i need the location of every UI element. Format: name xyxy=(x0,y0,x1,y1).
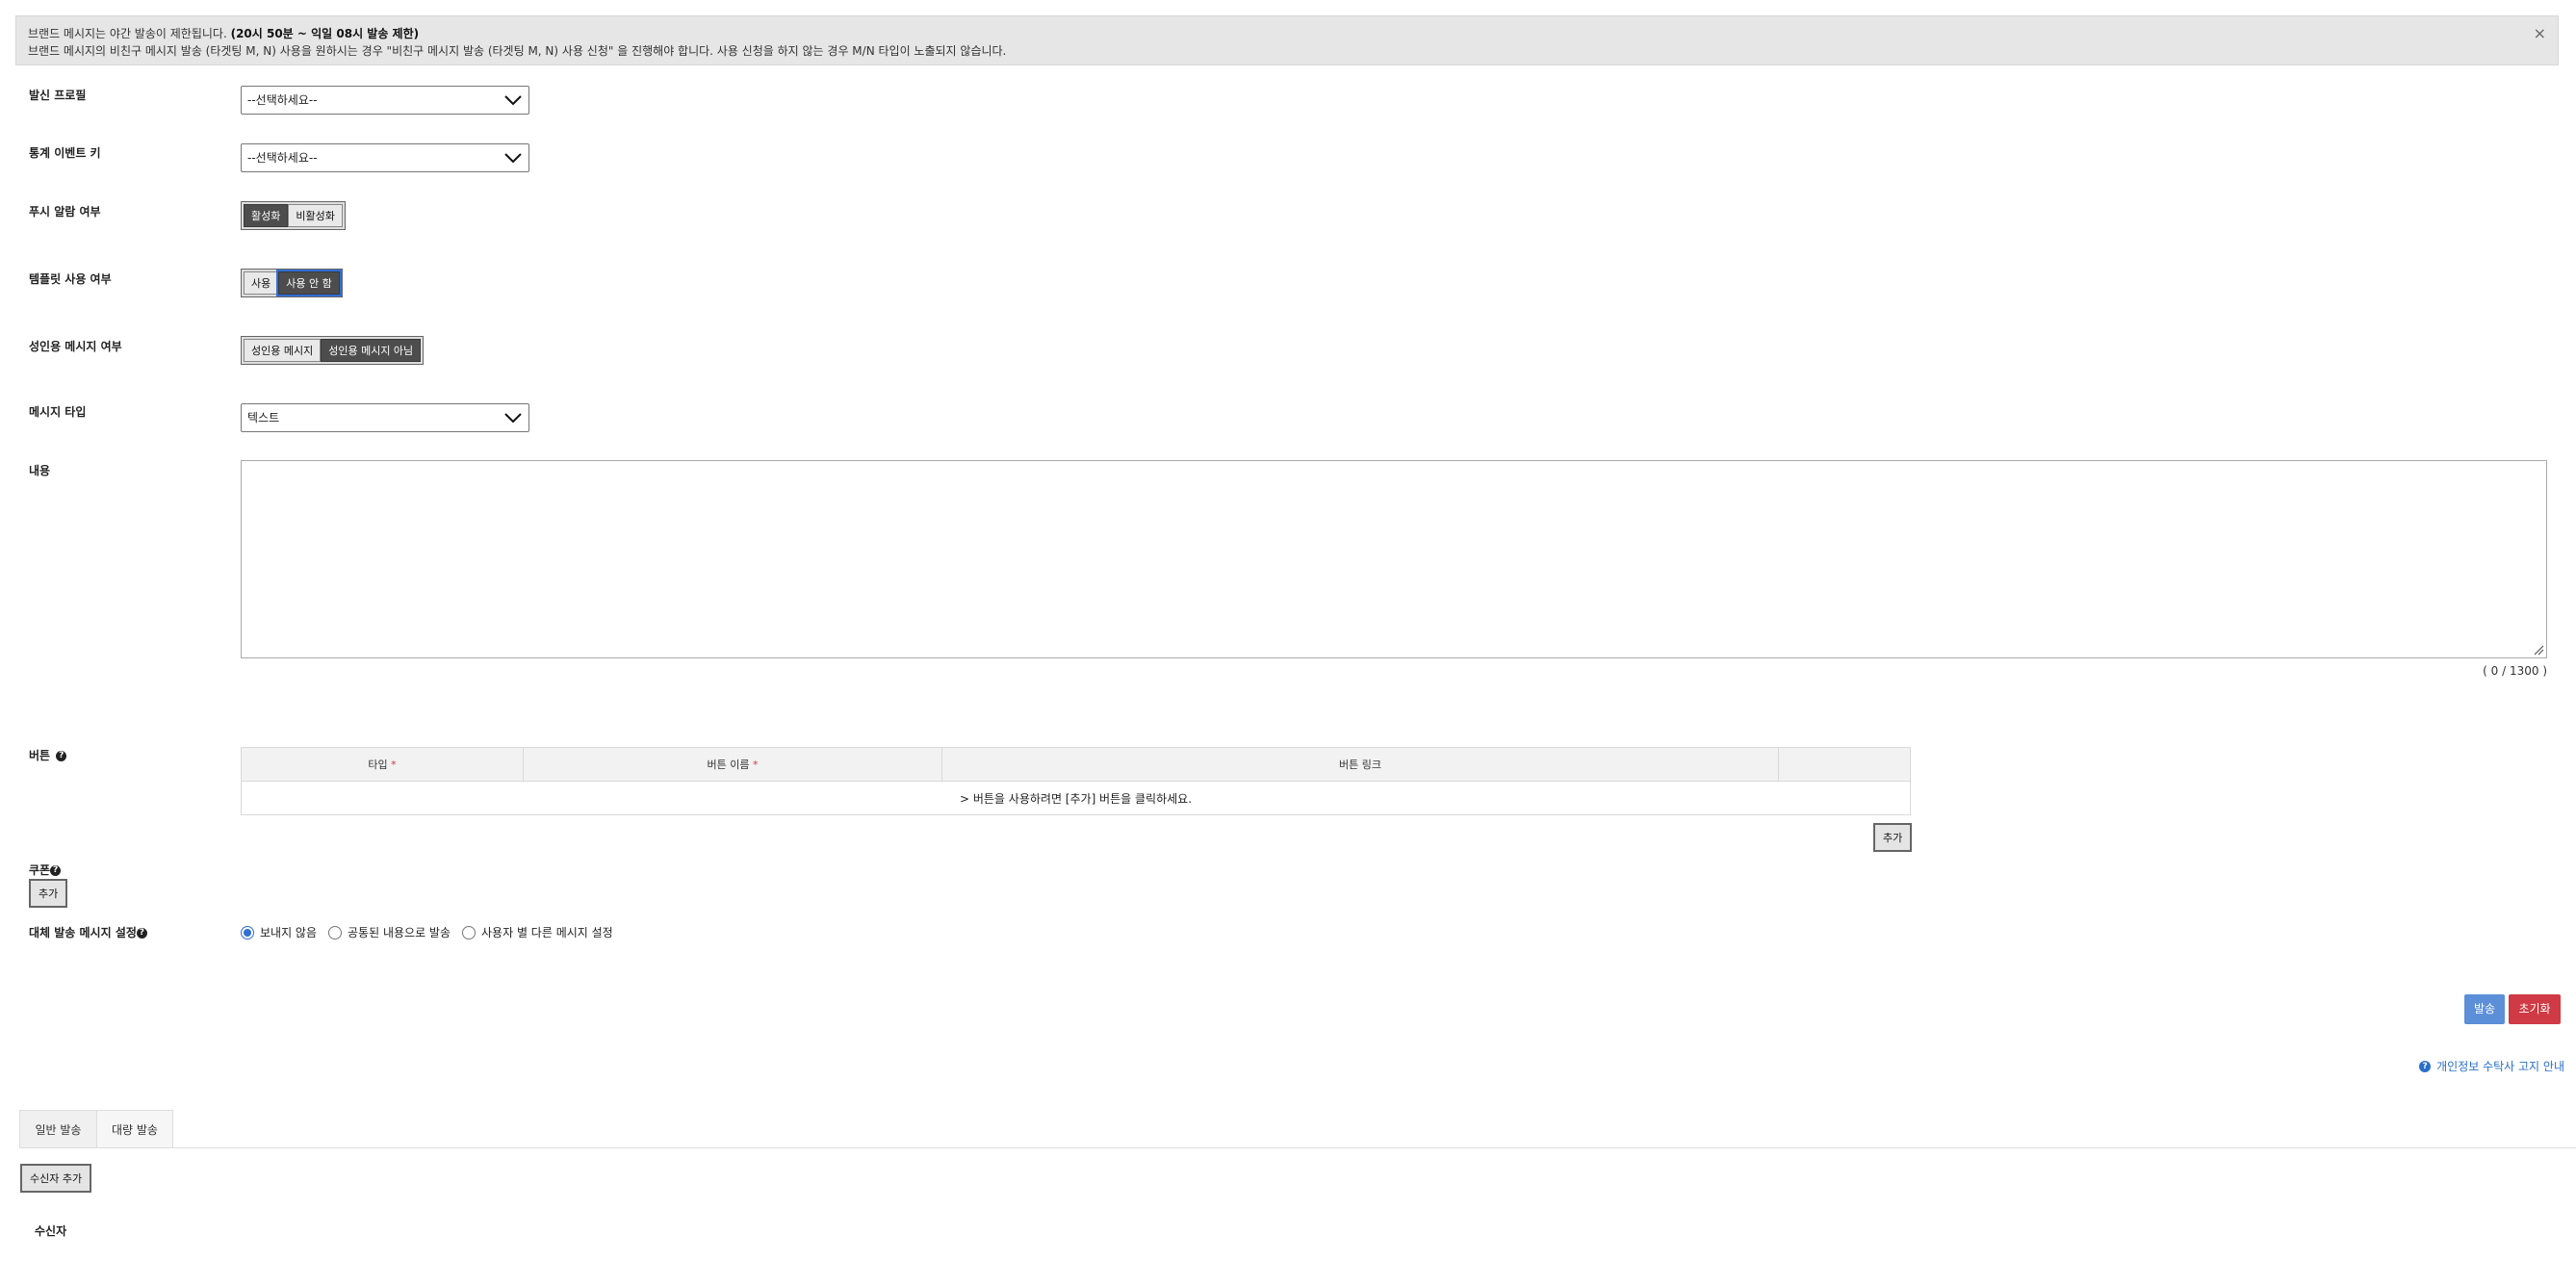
radio-unchecked[interactable] xyxy=(462,925,477,939)
template-use-button[interactable]: 사용 xyxy=(244,271,279,295)
template-not-use-button[interactable]: 사용 안 함 xyxy=(276,270,342,296)
notice-line-2: 브랜드 메시지의 비친구 메시지 발송 (타겟팅 M, N) 사용을 원하시는 … xyxy=(28,44,1007,58)
fallback-label: 대체 발송 메시지 설정? xyxy=(29,924,147,940)
adult-message-toggle: 성인용 메시지 성인용 메시지 아님 xyxy=(241,336,425,365)
add-recipient-button[interactable]: 수신자 추가 xyxy=(20,1164,92,1193)
sender-profile-label: 발신 프로필 xyxy=(29,89,87,102)
buttons-label: 버튼 ? xyxy=(29,747,67,763)
push-alarm-on-button[interactable]: 활성화 xyxy=(244,204,289,227)
question-icon[interactable]: ? xyxy=(50,865,62,876)
push-alarm-toggle: 활성화 비활성화 xyxy=(241,201,346,230)
push-alarm-label: 푸시 알람 여부 xyxy=(29,205,101,219)
content-label: 내용 xyxy=(29,464,51,477)
sender-profile-select[interactable]: --선택하세요-- xyxy=(241,86,529,115)
stat-event-key-select[interactable]: --선택하세요-- xyxy=(241,143,529,172)
required-mark: * xyxy=(752,759,759,771)
notice-line-1: 브랜드 메시지는 야간 발송이 제한됩니다. (20시 50분 ~ 익일 08시… xyxy=(28,27,420,40)
chevron-down-icon xyxy=(504,153,522,164)
column-header-button-name: 버튼 이름 * xyxy=(523,747,942,782)
buttons-empty-message: > 버튼을 사용하려면 [추가] 버튼을 클릭하세요. xyxy=(241,781,1911,815)
question-icon[interactable]: ? xyxy=(56,751,67,761)
adult-message-button[interactable]: 성인용 메시지 xyxy=(244,339,322,362)
radio-unchecked[interactable] xyxy=(328,925,343,939)
message-type-label: 메시지 타입 xyxy=(29,405,87,419)
privacy-notice-link[interactable]: ? 개인정보 수탁사 고지 안내 xyxy=(2419,1058,2564,1074)
template-use-toggle: 사용 사용 안 함 xyxy=(241,269,343,297)
chevron-down-icon xyxy=(504,413,522,424)
tab-general-send[interactable]: 일반 발송 xyxy=(19,1110,97,1148)
push-alarm-off-button[interactable]: 비활성화 xyxy=(288,204,343,227)
stat-event-key-label: 통계 이벤트 키 xyxy=(29,146,101,160)
message-type-value: 텍스트 xyxy=(247,411,280,425)
column-header-type: 타입 * xyxy=(241,747,524,782)
question-icon: ? xyxy=(2419,1060,2432,1072)
radio-checked[interactable] xyxy=(241,925,254,939)
content-textarea[interactable] xyxy=(241,460,2547,658)
adult-message-label: 성인용 메시지 여부 xyxy=(29,340,122,353)
required-mark: * xyxy=(391,759,397,771)
close-icon[interactable]: × xyxy=(2534,24,2546,42)
template-use-label: 템플릿 사용 여부 xyxy=(29,272,112,286)
fallback-radio-group: 보내지 않음 공통된 내용으로 발송 사용자 별 다른 메시지 설정 xyxy=(241,924,625,940)
coupon-label: 쿠폰? xyxy=(29,862,62,878)
not-adult-message-button[interactable]: 성인용 메시지 아님 xyxy=(321,339,422,362)
stat-event-key-value: --선택하세요-- xyxy=(247,151,318,165)
add-coupon-button[interactable]: 추가 xyxy=(29,879,68,908)
sender-profile-value: --선택하세요-- xyxy=(247,93,318,107)
resize-handle-icon[interactable] xyxy=(2533,644,2544,656)
column-header-button-link: 버튼 링크 xyxy=(941,747,1779,782)
add-button-button[interactable]: 추가 xyxy=(1873,823,1913,852)
buttons-table: 타입 * 버튼 이름 * 버튼 링크 > 버튼을 사용하려면 [추가] 버튼을 … xyxy=(241,747,1911,815)
fallback-option-none[interactable]: 보내지 않음 xyxy=(241,924,317,940)
content-counter: ( 0 / 1300 ) xyxy=(2483,664,2547,678)
tab-bulk-send[interactable]: 대량 발송 xyxy=(96,1110,173,1148)
fallback-option-per-user[interactable]: 사용자 별 다른 메시지 설정 xyxy=(462,924,613,940)
table-header-row: 타입 * 버튼 이름 * 버튼 링크 xyxy=(241,747,1911,782)
notice-banner: 브랜드 메시지는 야간 발송이 제한됩니다. (20시 50분 ~ 익일 08시… xyxy=(15,15,2559,65)
recipient-label: 수신자 xyxy=(35,1224,67,1238)
send-button[interactable]: 발송 xyxy=(2464,994,2505,1024)
fallback-option-common[interactable]: 공통된 내용으로 발송 xyxy=(328,924,451,940)
reset-button[interactable]: 초기화 xyxy=(2509,994,2561,1024)
chevron-down-icon xyxy=(504,95,522,106)
column-header-actions xyxy=(1778,747,1911,782)
question-icon[interactable]: ? xyxy=(136,928,147,939)
table-row: > 버튼을 사용하려면 [추가] 버튼을 클릭하세요. xyxy=(241,781,1911,815)
message-type-select[interactable]: 텍스트 xyxy=(241,403,529,432)
tabs-divider xyxy=(19,1147,2576,1148)
